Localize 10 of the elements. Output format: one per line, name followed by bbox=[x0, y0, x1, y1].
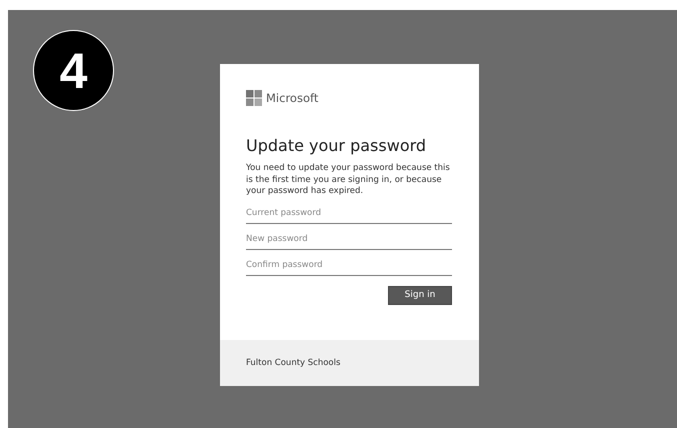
sign-in-button[interactable]: Sign in bbox=[388, 286, 452, 304]
dialog-title: Update your password bbox=[246, 136, 428, 155]
logo-icon bbox=[246, 90, 262, 106]
step-badge: 4 bbox=[33, 30, 114, 111]
password-field[interactable]: Current password bbox=[246, 202, 452, 224]
password-field[interactable]: New password bbox=[246, 228, 452, 250]
organization-name: Fulton County Schools bbox=[246, 358, 340, 368]
dialog-message: You need to update your password because this is the first time you are signing in, or because your password has expired. bbox=[246, 163, 451, 198]
password-field[interactable]: Confirm password bbox=[246, 254, 452, 276]
brand-name: Microsoft bbox=[266, 91, 318, 105]
